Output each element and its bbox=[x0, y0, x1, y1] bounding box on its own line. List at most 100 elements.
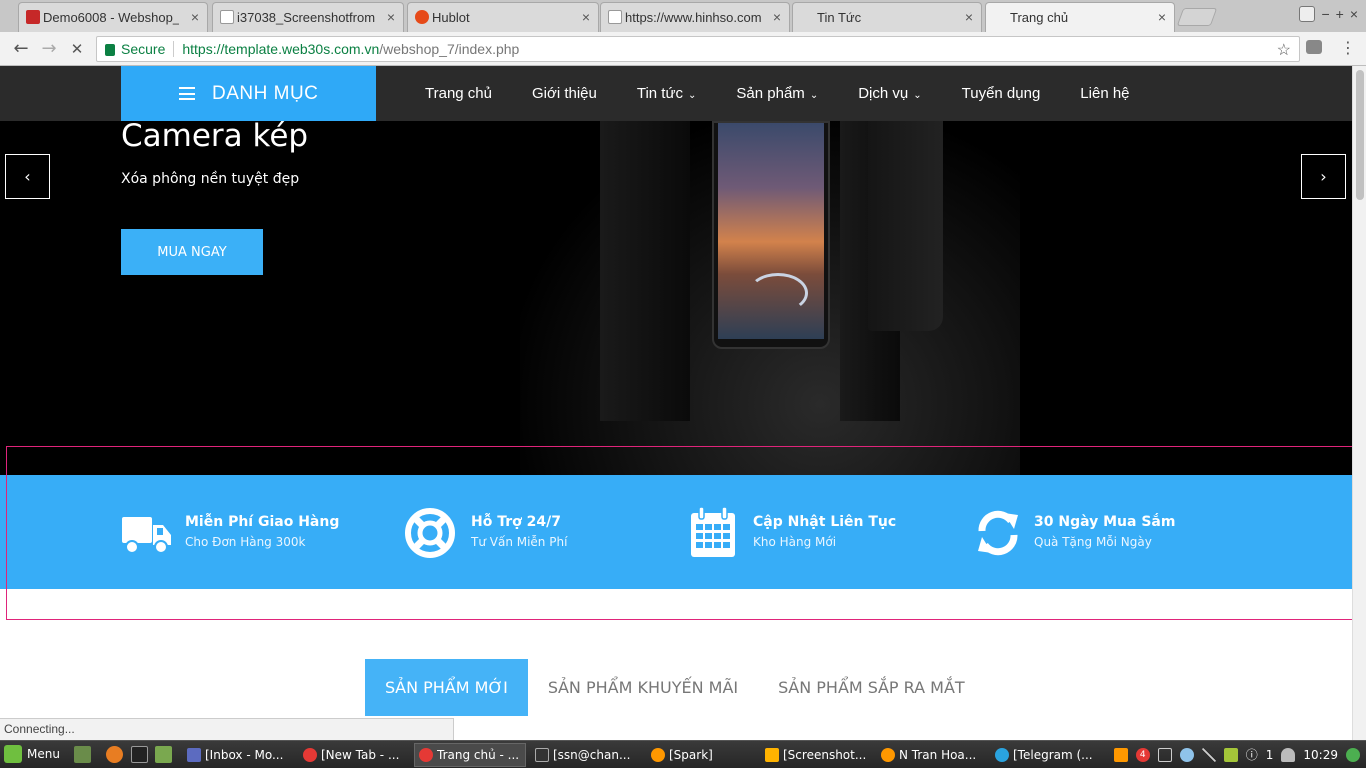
profile-icon[interactable] bbox=[1299, 6, 1316, 22]
address-bar[interactable]: Secure https://template.web30s.com.vn/we… bbox=[96, 36, 1300, 62]
chrome-icon bbox=[303, 748, 317, 762]
browser-tab-1[interactable]: Demo6008 - Webshop_7 × bbox=[18, 2, 208, 32]
feature-subtitle: Cho Đơn Hàng 300k bbox=[185, 535, 306, 549]
menu-item-tuyen-dung[interactable]: Tuyển dụng bbox=[962, 85, 1041, 102]
new-tab-button[interactable] bbox=[1176, 8, 1218, 26]
maximize-button[interactable]: + bbox=[1336, 6, 1344, 22]
menu-item-label: Sản phẩm bbox=[736, 85, 805, 102]
page-viewport: DANH MỤC Trang chủ Giới thiệu Tin tức ⌄ S… bbox=[0, 66, 1352, 740]
task-label: N Tran Hoa... bbox=[899, 748, 977, 762]
category-menu-label: DANH MỤC bbox=[212, 82, 319, 104]
browser-menu-icon[interactable]: ⋮ bbox=[1340, 38, 1356, 57]
taskbar-item-screenshot[interactable]: [Screenshot... bbox=[760, 743, 872, 767]
tab-close-icon[interactable]: × bbox=[387, 9, 395, 25]
back-button[interactable]: ← bbox=[10, 38, 32, 60]
slider-prev-button[interactable]: ‹ bbox=[5, 154, 50, 199]
user-icon[interactable] bbox=[1281, 747, 1296, 762]
task-label: Trang chủ - ... bbox=[437, 748, 520, 762]
os-taskbar: Menu [Inbox - Mo... [New Tab - ... Trang… bbox=[0, 740, 1366, 768]
menu-item-trang-chu[interactable]: Trang chủ bbox=[425, 85, 492, 102]
task-label: [Inbox - Mo... bbox=[205, 748, 284, 762]
browser-tab-3[interactable]: Hublot × bbox=[407, 2, 599, 32]
update-icon[interactable] bbox=[1346, 747, 1360, 762]
category-menu-button[interactable]: DANH MỤC bbox=[121, 66, 376, 121]
secure-label: Secure bbox=[121, 41, 175, 57]
feature-subtitle: Kho Hàng Mới bbox=[753, 535, 837, 549]
menu-item-dich-vu[interactable]: Dịch vụ ⌄ bbox=[858, 85, 921, 102]
feature-title: Miễn Phí Giao Hàng bbox=[185, 514, 340, 530]
menu-item-san-pham[interactable]: Sản phẩm ⌄ bbox=[736, 85, 818, 102]
taskbar-item-chat[interactable]: N Tran Hoa... bbox=[876, 743, 988, 767]
tab-favicon bbox=[220, 10, 234, 24]
chrome-icon bbox=[419, 748, 433, 762]
network-icon[interactable] bbox=[1223, 747, 1238, 762]
site-navbar: DANH MỤC Trang chủ Giới thiệu Tin tức ⌄ S… bbox=[0, 66, 1352, 121]
menu-item-lien-he[interactable]: Liên hệ bbox=[1080, 85, 1129, 102]
close-window-button[interactable]: × bbox=[1350, 6, 1358, 22]
clock[interactable]: 10:29 bbox=[1303, 748, 1338, 762]
tab-close-icon[interactable]: × bbox=[582, 9, 590, 25]
browser-tab-5[interactable]: Tin Tức × bbox=[792, 2, 982, 32]
feature-title: 30 Ngày Mua Sắm bbox=[1034, 514, 1176, 530]
taskbar-item-terminal[interactable]: [ssn@chan... bbox=[530, 743, 642, 767]
files-icon[interactable] bbox=[155, 746, 172, 763]
telegram-icon bbox=[995, 748, 1009, 762]
menu-item-tin-tuc[interactable]: Tin tức ⌄ bbox=[637, 85, 697, 102]
keyboard-icon[interactable] bbox=[1157, 747, 1172, 762]
forward-button[interactable]: → bbox=[38, 38, 60, 60]
url-host: https://template.web30s.com.vn bbox=[182, 41, 380, 57]
terminal-icon bbox=[535, 748, 549, 762]
taskbar-item-spark[interactable]: [Spark] bbox=[646, 743, 758, 767]
skype-icon[interactable] bbox=[1179, 747, 1194, 762]
show-desktop-icon[interactable] bbox=[74, 746, 91, 763]
tab-upcoming-products[interactable]: SẢN PHẨM SẮP RA MẮT bbox=[758, 659, 985, 716]
slider-next-button[interactable]: › bbox=[1301, 154, 1346, 199]
tab-close-icon[interactable]: × bbox=[965, 9, 973, 25]
tab-close-icon[interactable]: × bbox=[1158, 9, 1166, 25]
menu-item-label: Tuyển dụng bbox=[961, 85, 1041, 102]
menu-item-gioi-thieu[interactable]: Giới thiệu bbox=[532, 85, 597, 102]
task-label: [Telegram (... bbox=[1013, 748, 1093, 762]
stop-button[interactable]: ✕ bbox=[66, 38, 88, 60]
camera-icon[interactable] bbox=[1306, 40, 1322, 54]
taskbar-item-new-tab[interactable]: [New Tab - ... bbox=[298, 743, 410, 767]
pen-icon[interactable] bbox=[1201, 747, 1216, 762]
alert-icon[interactable]: ⓘ bbox=[1246, 746, 1258, 763]
minimize-button[interactable]: − bbox=[1321, 6, 1329, 22]
notification-badge[interactable]: 4 bbox=[1135, 747, 1150, 762]
feature-30-days: 30 Ngày Mua Sắm Quà Tặng Mỗi Ngày bbox=[974, 510, 1214, 557]
taskbar-item-telegram[interactable]: [Telegram (... bbox=[990, 743, 1102, 767]
firefox-icon[interactable] bbox=[106, 746, 123, 763]
page-scrollbar[interactable] bbox=[1352, 66, 1366, 740]
chevron-down-icon: ⌄ bbox=[913, 90, 922, 101]
mint-logo-icon bbox=[4, 745, 22, 763]
tab-close-icon[interactable]: × bbox=[773, 9, 781, 25]
spark-tray-icon[interactable] bbox=[1113, 747, 1128, 762]
start-menu-button[interactable]: Menu bbox=[4, 745, 60, 763]
bookmark-star-icon[interactable]: ☆ bbox=[1277, 40, 1291, 60]
chevron-down-icon: ⌄ bbox=[809, 90, 819, 101]
feature-subtitle: Tư Vấn Miễn Phí bbox=[471, 535, 568, 549]
task-label: [ssn@chan... bbox=[553, 748, 631, 762]
browser-tab-6-active[interactable]: Trang chủ × bbox=[985, 2, 1175, 32]
screenshot-icon bbox=[765, 748, 779, 762]
buy-now-button[interactable]: MUA NGAY bbox=[121, 229, 263, 275]
scrollbar-thumb[interactable] bbox=[1356, 70, 1364, 200]
tab-promo-products[interactable]: SẢN PHẨM KHUYẾN MÃI bbox=[528, 659, 758, 716]
window-controls: − + × bbox=[1299, 6, 1358, 22]
browser-tab-4[interactable]: https://www.hinhso.com × bbox=[600, 2, 790, 32]
status-bubble: Connecting... bbox=[0, 718, 454, 740]
browser-toolbar: ← → ✕ Secure https://template.web30s.com… bbox=[0, 32, 1366, 66]
feature-title: Cập Nhật Liên Tục bbox=[753, 514, 897, 530]
feature-subtitle: Quà Tặng Mỗi Ngày bbox=[1034, 535, 1152, 549]
tab-close-icon[interactable]: × bbox=[191, 9, 199, 25]
hero-slider: Camera kép Xóa phông nền tuyệt đẹp MUA N… bbox=[0, 121, 1352, 475]
terminal-icon[interactable] bbox=[131, 746, 148, 763]
hero-title: Camera kép bbox=[121, 121, 309, 154]
taskbar-item-inbox[interactable]: [Inbox - Mo... bbox=[182, 743, 294, 767]
system-tray: 4 ⓘ 1 10:29 bbox=[1113, 746, 1360, 763]
feature-support: Hỗ Trợ 24/7 Tư Vấn Miễn Phí bbox=[405, 508, 645, 558]
browser-tab-2[interactable]: i37038_Screenshotfrom × bbox=[212, 2, 404, 32]
tab-new-products[interactable]: SẢN PHẨM MỚI bbox=[365, 659, 528, 716]
taskbar-item-trang-chu[interactable]: Trang chủ - ... bbox=[414, 743, 526, 767]
